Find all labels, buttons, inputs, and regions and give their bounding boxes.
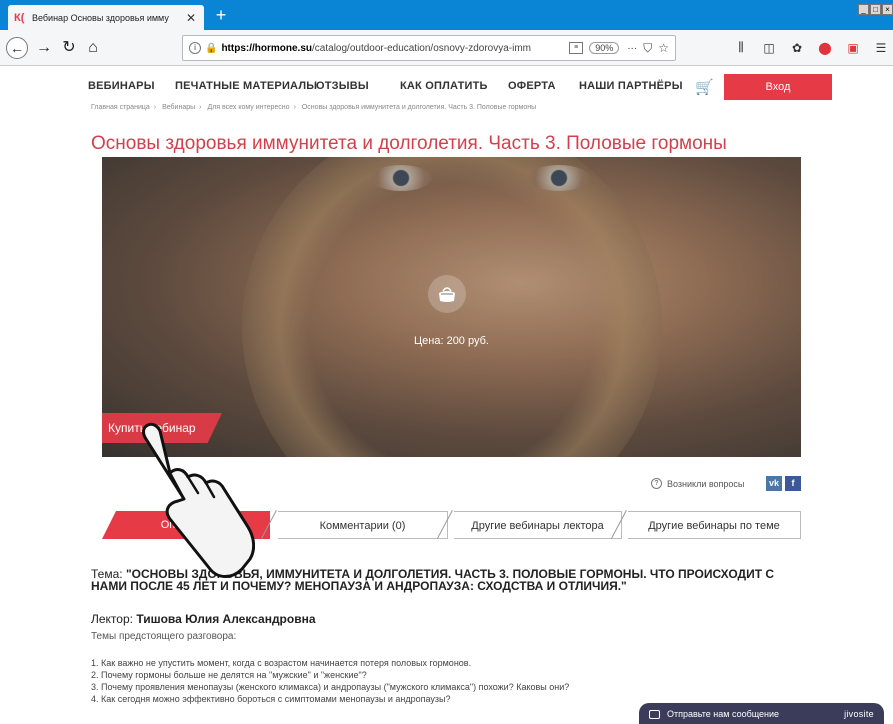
purse-icon [428, 275, 466, 313]
social-share: vk f [766, 476, 801, 491]
login-button[interactable]: Вход [724, 74, 832, 100]
breadcrumb-home[interactable]: Главная страница [91, 104, 150, 111]
maximize-button[interactable]: □ [870, 4, 881, 15]
chat-label: Отправьте нам сообщение [667, 709, 780, 719]
topics-list: 1. Как важно не упустить момент, когда с… [91, 657, 569, 705]
nav-reviews[interactable]: ОТЗЫВЫ [316, 80, 369, 92]
star-icon[interactable]: ☆ [658, 41, 669, 55]
topic-text: "ОСНОВЫ ЗДОРОВЬЯ, ИММУНИТЕТА И ДОЛГОЛЕТИ… [91, 567, 775, 593]
lock-icon: 🔒 [205, 42, 218, 54]
webinar-topic: Тема: "ОСНОВЫ ЗДОРОВЬЯ, ИММУНИТЕТА И ДОЛ… [91, 568, 806, 592]
list-item: 4. Как сегодня можно эффективно бороться… [91, 694, 451, 704]
breadcrumb-current: Основы здоровья иммунитета и долголетия.… [301, 104, 537, 111]
new-tab-button[interactable]: + [210, 5, 232, 27]
site-favicon-icon: К( [14, 11, 25, 24]
reader-icon[interactable]: ≡ [569, 42, 584, 54]
list-item: 1. Как важно не упустить момент, когда с… [91, 658, 472, 668]
minimize-button[interactable]: _ [858, 4, 869, 15]
extension-icon[interactable]: ✿ [789, 41, 805, 55]
info-icon[interactable]: i [189, 42, 201, 54]
close-window-button[interactable]: × [882, 4, 893, 15]
vk-icon[interactable]: vk [766, 476, 782, 491]
zoom-indicator[interactable]: 90% [589, 42, 620, 54]
webinar-tabs: Описание Комментарии (0) Другие вебинары… [102, 511, 801, 539]
questions-link[interactable]: ? Возникли вопросы [651, 478, 744, 489]
webinar-price: Цена: 200 руб. [414, 335, 489, 347]
site-navigation: ВЕБИНАРЫ ПЕЧАТНЫЕ МАТЕРИАЛЫ ОТЗЫВЫ КАК О… [0, 67, 893, 101]
library-icon[interactable]: ⫼ [733, 40, 749, 55]
buy-webinar-button[interactable]: Купить вебинар [102, 413, 222, 443]
question-icon: ? [651, 478, 662, 489]
lecturer-name: Тишова Юлия Александровна [136, 612, 316, 626]
tab-description[interactable]: Описание [102, 511, 270, 539]
breadcrumb-webinars[interactable]: Вебинары [162, 104, 195, 111]
tab-lecturer-webinars[interactable]: Другие вебинары лектора [454, 511, 622, 539]
chat-widget[interactable]: Отправьте нам сообщение jivosite [639, 703, 884, 724]
breadcrumb-category[interactable]: Для всех кому интересно [207, 104, 289, 111]
nav-offer[interactable]: ОФЕРТА [508, 80, 556, 92]
tab-close-icon[interactable]: ✕ [184, 11, 198, 25]
message-icon [649, 709, 660, 719]
tab-topic-webinars[interactable]: Другие вебинары по теме [628, 511, 801, 539]
url-host: https://hormone.su [221, 42, 313, 54]
menu-icon[interactable]: ☰ [873, 41, 889, 55]
nav-partners[interactable]: НАШИ ПАРТНЁРЫ [579, 80, 683, 92]
browser-tab-bar: К( Вебинар Основы здоровья имму ✕ + _ □ … [0, 0, 893, 30]
browser-toolbar: ← → ↻ ⌂ i 🔒 https://hormone.su/catalog/o… [0, 30, 893, 66]
facebook-icon[interactable]: f [785, 476, 801, 491]
lecturer-label: Лектор: [91, 612, 133, 626]
nav-printed-materials[interactable]: ПЕЧАТНЫЕ МАТЕРИАЛЫ [175, 80, 317, 92]
pocket-icon[interactable]: ⛉ [643, 41, 652, 56]
sidebar-icon[interactable]: ◫ [761, 41, 777, 55]
reload-icon[interactable]: ↻ [58, 37, 80, 59]
cart-icon[interactable]: 🛒 [695, 78, 715, 96]
page-title: Основы здоровья иммунитета и долголетия.… [91, 133, 727, 154]
browser-tab[interactable]: К( Вебинар Основы здоровья имму ✕ [8, 5, 204, 30]
url-path: /catalog/outdoor-education/osnovy-zdorov… [312, 42, 532, 54]
url-text[interactable]: https://hormone.su/catalog/outdoor-educa… [221, 43, 563, 54]
list-item: 3. Почему проявления менопаузы (женского… [91, 682, 570, 692]
list-item: 2. Почему гормоны больше не делятся на "… [91, 670, 367, 680]
tab-comments[interactable]: Комментарии (0) [278, 511, 448, 539]
address-bar[interactable]: i 🔒 https://hormone.su/catalog/outdoor-e… [182, 35, 676, 61]
topics-subtitle: Темы предстоящего разговора: [91, 631, 237, 642]
nav-webinars[interactable]: ВЕБИНАРЫ [88, 80, 155, 92]
toolbar-icons: ⫼ ◫ ✿ ⬤ ▣ ☰ [733, 40, 893, 55]
adblock-icon[interactable]: ⬤ [817, 41, 833, 55]
breadcrumb: Главная страница › Вебинары › Для всех ком… [91, 104, 537, 111]
chat-brand: jivosite [844, 709, 874, 719]
lecturer: Лектор: Тишова Юлия Александровна [91, 612, 316, 626]
window-controls: _ □ × [858, 4, 893, 15]
forward-arrow-icon[interactable]: → [33, 37, 55, 59]
back-arrow-icon[interactable]: ← [6, 37, 28, 59]
questions-label: Возникли вопросы [667, 478, 745, 489]
page-content: ВЕБИНАРЫ ПЕЧАТНЫЕ МАТЕРИАЛЫ ОТЗЫВЫ КАК О… [0, 67, 893, 724]
tab-title: Вебинар Основы здоровья имму [32, 12, 169, 23]
nav-how-to-pay[interactable]: КАК ОПЛАТИТЬ [400, 80, 488, 92]
extension-red-icon[interactable]: ▣ [845, 41, 861, 55]
webinar-hero-image: Цена: 200 руб. Купить вебинар [102, 157, 801, 457]
more-actions-icon[interactable]: ··· [627, 43, 637, 54]
home-icon[interactable]: ⌂ [82, 37, 104, 59]
